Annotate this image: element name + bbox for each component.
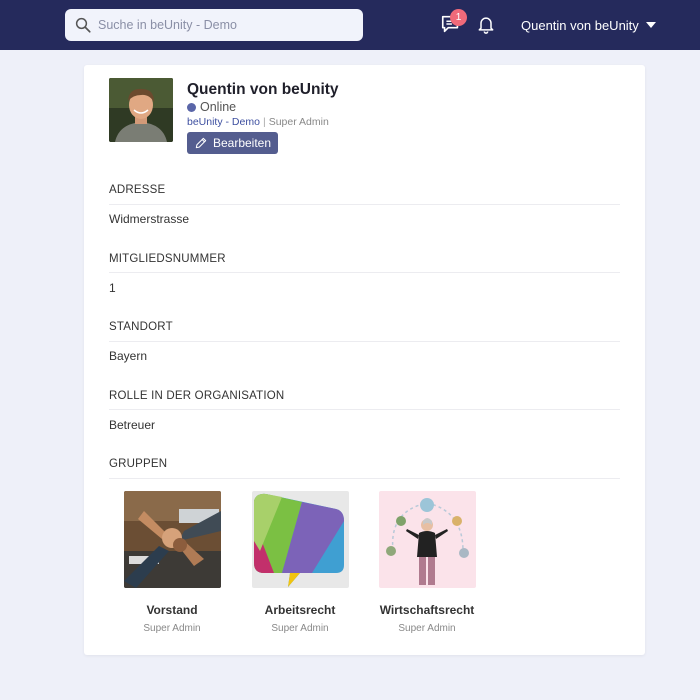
group-image bbox=[251, 491, 349, 588]
organization-role-value: Betreuer bbox=[109, 418, 156, 432]
caret-down-icon bbox=[645, 22, 656, 28]
profile-card: Quentin von beUnity Online beUnity - Dem… bbox=[84, 65, 645, 655]
group-role: Super Admin bbox=[398, 623, 456, 634]
group-role: Super Admin bbox=[271, 623, 329, 634]
online-status: Online bbox=[187, 100, 236, 114]
address-value: Widmerstrasse bbox=[109, 212, 190, 226]
profile-name: Quentin von beUnity bbox=[187, 81, 339, 98]
bell-icon bbox=[478, 17, 494, 34]
group-name: Wirtschaftsrecht bbox=[379, 603, 475, 617]
group-name: Arbeitsrecht bbox=[264, 603, 336, 617]
messages-count-badge: 1 bbox=[450, 9, 467, 26]
location-value: Bayern bbox=[109, 349, 148, 363]
divider bbox=[109, 341, 620, 342]
organization-link[interactable]: beUnity - Demo bbox=[187, 116, 260, 128]
search-bar[interactable] bbox=[65, 9, 363, 41]
group-role: Super Admin bbox=[143, 623, 201, 634]
search-icon bbox=[75, 17, 91, 33]
group-card-vorstand[interactable]: Vorstand Super Admin bbox=[112, 491, 232, 634]
address-label: ADRESSE bbox=[109, 184, 166, 196]
member-number-value: 1 bbox=[109, 281, 116, 295]
organization-role-label: ROLLE IN DER ORGANISATION bbox=[109, 390, 285, 402]
edit-profile-label: Bearbeiten bbox=[212, 136, 272, 150]
separator: | bbox=[262, 116, 266, 128]
divider bbox=[109, 272, 620, 273]
pencil-icon bbox=[195, 137, 207, 149]
user-menu-dropdown[interactable]: Quentin von beUnity bbox=[521, 16, 656, 34]
groups-label: GRUPPEN bbox=[109, 458, 168, 470]
member-number-label: MITGLIEDSNUMMER bbox=[109, 253, 226, 265]
search-input[interactable] bbox=[98, 18, 348, 32]
group-card-wirtschaftsrecht[interactable]: Wirtschaftsrecht Super Admin bbox=[367, 491, 487, 634]
group-image bbox=[123, 491, 221, 588]
group-name: Vorstand bbox=[146, 603, 198, 617]
status-text: Online bbox=[200, 100, 237, 114]
top-navigation-bar: 1 Quentin von beUnity bbox=[0, 0, 700, 50]
divider bbox=[109, 478, 620, 479]
edit-profile-button[interactable]: Bearbeiten bbox=[187, 132, 278, 154]
group-card-arbeitsrecht[interactable]: Arbeitsrecht Super Admin bbox=[240, 491, 360, 634]
notifications-button[interactable] bbox=[476, 14, 498, 36]
user-menu-label: Quentin von beUnity bbox=[521, 17, 639, 33]
profile-role: Super Admin bbox=[268, 116, 329, 128]
divider bbox=[109, 409, 620, 410]
group-image bbox=[378, 491, 476, 588]
divider bbox=[109, 204, 620, 205]
status-dot-icon bbox=[187, 102, 196, 112]
location-label: STANDORT bbox=[109, 321, 173, 333]
avatar bbox=[109, 78, 173, 142]
organization-role-line: beUnity - Demo | Super Admin bbox=[187, 116, 329, 128]
